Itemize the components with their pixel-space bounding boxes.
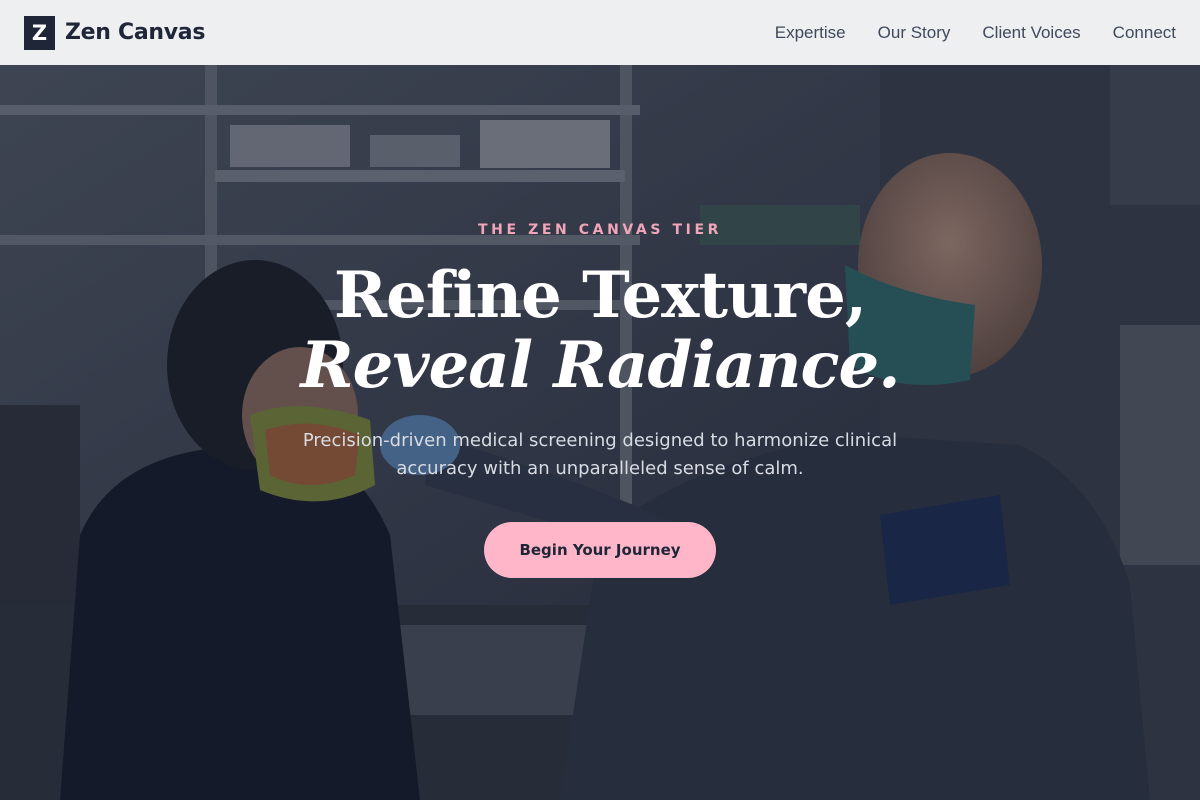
nav-link-our-story[interactable]: Our Story [878,23,951,43]
hero-headline-line1: Refine Texture, [333,258,867,333]
nav-link-client-voices[interactable]: Client Voices [982,23,1080,43]
begin-journey-button[interactable]: Begin Your Journey [484,522,716,578]
site-header: Z Zen Canvas Expertise Our Story Client … [0,0,1200,65]
hero-headline: Refine Texture, Reveal Radiance. [200,261,1000,401]
hero-headline-line2: Reveal Radiance. [300,328,900,403]
nav-link-connect[interactable]: Connect [1113,23,1176,43]
main-nav: Expertise Our Story Client Voices Connec… [775,23,1176,43]
hero-eyebrow: THE ZEN CANVAS TIER [477,222,722,238]
brand-name: Zen Canvas [65,20,206,45]
nav-link-expertise[interactable]: Expertise [775,23,846,43]
hero-section: THE ZEN CANVAS TIER Refine Texture, Reve… [0,65,1200,800]
brand-logo[interactable]: Z Zen Canvas [24,15,206,50]
hero-subtext: Precision-driven medical screening desig… [302,430,898,479]
brand-mark-icon: Z [24,15,55,50]
